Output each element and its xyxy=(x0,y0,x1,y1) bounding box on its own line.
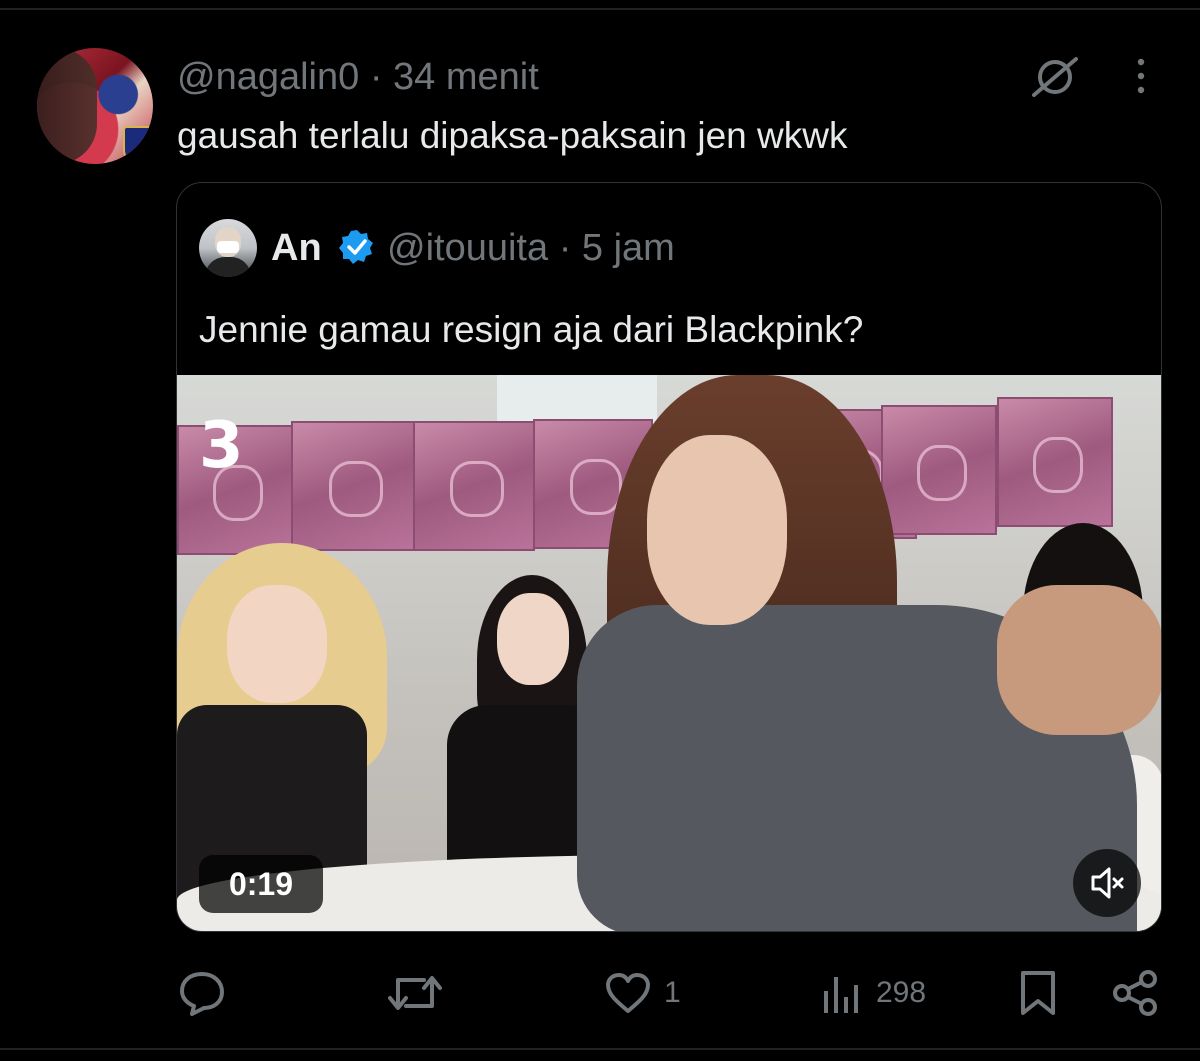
quoted-avatar[interactable] xyxy=(199,219,257,277)
post-time[interactable]: 34 menit xyxy=(393,56,539,98)
mute-button[interactable] xyxy=(1073,849,1141,917)
post-text: gausah terlalu dipaksa-paksain jen wkwk xyxy=(177,115,848,156)
mute-icon xyxy=(1091,867,1124,899)
bookmark-icon xyxy=(1021,971,1055,1015)
repost-icon xyxy=(388,976,442,1010)
share-button[interactable] xyxy=(1112,966,1160,1020)
reply-button[interactable] xyxy=(178,966,238,1020)
video-duration: 0:19 xyxy=(199,855,323,913)
more-icon[interactable] xyxy=(1130,56,1152,96)
bookmark-button[interactable] xyxy=(1018,966,1058,1020)
views-button[interactable]: 298 xyxy=(820,966,926,1020)
bottom-divider xyxy=(0,1048,1200,1050)
verified-icon xyxy=(339,230,373,264)
video-logo: 3 xyxy=(199,409,244,483)
quoted-handle[interactable]: @itouuita xyxy=(387,227,548,269)
reply-icon xyxy=(180,972,224,1016)
quoted-time[interactable]: 5 jam xyxy=(582,227,675,269)
grok-icon[interactable] xyxy=(1028,55,1082,99)
quoted-author-name[interactable]: An xyxy=(271,227,322,270)
views-count: 298 xyxy=(876,976,927,1009)
like-count: 1 xyxy=(664,976,681,1009)
separator-dot: · xyxy=(558,227,582,269)
quoted-text: Jennie gamau resign aja dari Blackpink? xyxy=(199,309,864,350)
like-icon xyxy=(606,973,650,1013)
views-icon xyxy=(824,977,858,1013)
video-player[interactable]: 3 0:19 xyxy=(177,375,1161,931)
quoted-author-meta: @itouuita · 5 jam xyxy=(387,227,675,270)
repost-button[interactable] xyxy=(388,966,454,1020)
avatar[interactable] xyxy=(37,48,153,164)
author-handle[interactable]: @nagalin0 xyxy=(177,56,359,98)
separator-dot: · xyxy=(369,56,394,98)
author-line: @nagalin0 · 34 menit xyxy=(177,56,539,99)
share-icon xyxy=(1113,970,1157,1016)
top-divider xyxy=(0,8,1200,10)
quoted-post-card[interactable]: An @itouuita · 5 jam Jennie gamau resign… xyxy=(176,182,1162,932)
like-button[interactable]: 1 xyxy=(604,966,681,1020)
